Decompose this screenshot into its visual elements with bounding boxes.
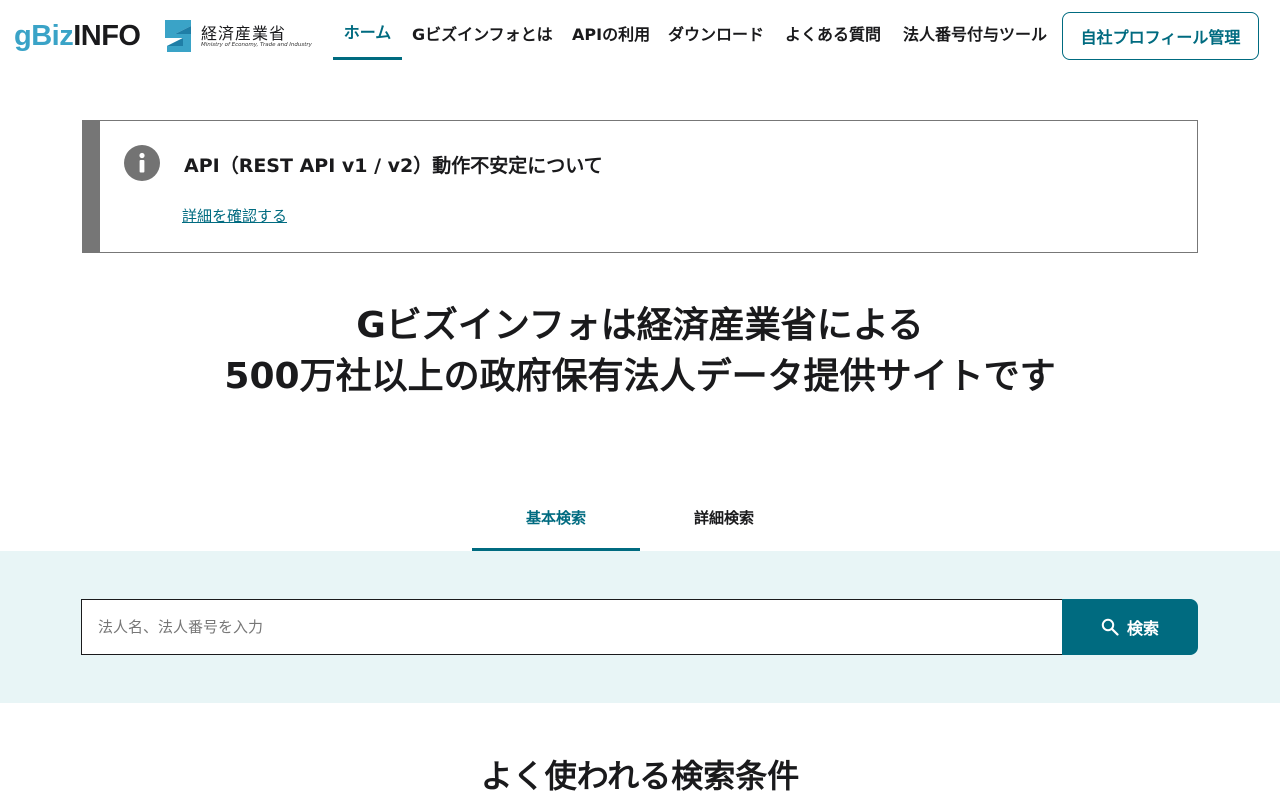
- logo-text-gbiz: gBiz: [14, 20, 74, 52]
- search-area: 検索: [0, 551, 1280, 703]
- meti-mark-icon: [165, 20, 191, 52]
- site-header: gBizINFO 経済産業省 Ministry of Economy, Trad…: [0, 0, 1280, 72]
- hero-line-1: Gビズインフォは経済産業省による: [356, 305, 924, 346]
- info-icon: [124, 145, 160, 181]
- meti-name: 経済産業省: [201, 24, 287, 43]
- logo-text-info: INFO: [73, 20, 141, 52]
- hero-heading: Gビズインフォは経済産業省による 500万社以上の政府保有法人データ提供サイトで…: [0, 300, 1280, 402]
- popular-conditions-heading: よく使われる検索条件: [480, 757, 800, 795]
- nav-item-api[interactable]: APIの利用: [572, 0, 650, 60]
- notice-details-link[interactable]: 詳細を確認する: [182, 205, 287, 226]
- search-button-label: 検索: [1126, 621, 1159, 638]
- nav-item-faq[interactable]: よくある質問: [785, 0, 881, 60]
- search-input[interactable]: [81, 599, 1063, 655]
- tab-advanced-search[interactable]: 詳細検索: [640, 494, 808, 552]
- profile-management-button[interactable]: 自社プロフィール管理: [1062, 12, 1259, 60]
- meti-logo[interactable]: 経済産業省 Ministry of Economy, Trade and Ind…: [163, 18, 312, 54]
- search-button[interactable]: 検索: [1062, 599, 1198, 655]
- nav-item-download[interactable]: ダウンロード: [668, 0, 764, 60]
- gbizinfo-logo[interactable]: gBizINFO: [14, 19, 141, 53]
- meti-subtitle: Ministry of Economy, Trade and Industry: [201, 42, 312, 48]
- search-tabs: 基本検索 詳細検索: [472, 494, 808, 552]
- nav-item-home[interactable]: ホーム: [333, 0, 402, 60]
- tab-basic-search[interactable]: 基本検索: [472, 494, 640, 552]
- nav-item-about[interactable]: Gビズインフォとは: [412, 0, 553, 60]
- notice-title: API（REST API v1 / v2）動作不安定について: [184, 155, 603, 177]
- nav-item-corporate-number-tool[interactable]: 法人番号付与ツール: [903, 0, 1047, 60]
- notice-box: API（REST API v1 / v2）動作不安定について 詳細を確認する: [82, 120, 1198, 253]
- search-icon: [1101, 618, 1119, 636]
- hero-line-2: 500万社以上の政府保有法人データ提供サイトです: [224, 356, 1056, 397]
